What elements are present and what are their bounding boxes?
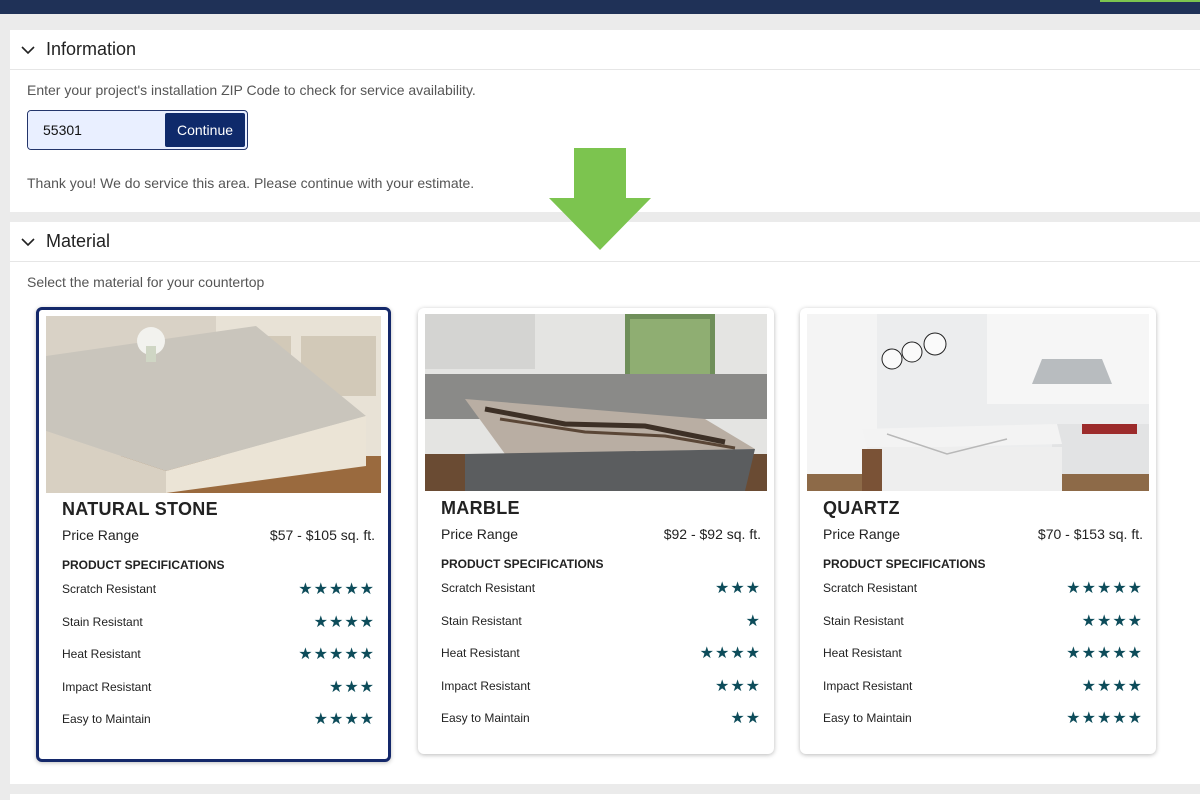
chevron-down-icon: [21, 45, 35, 54]
material-title: Material: [46, 231, 111, 251]
spec-row: Heat Resistant ★★★★: [441, 644, 761, 662]
star-rating: ★★★★: [313, 711, 375, 728]
spec-label: Impact Resistant: [823, 679, 913, 693]
spec-row: Heat Resistant ★★★★★: [62, 645, 375, 663]
star-rating: ★★★★: [1081, 613, 1143, 630]
spec-label: Scratch Resistant: [62, 582, 157, 596]
top-bar: [0, 0, 1200, 14]
star-rating: ★★★★★: [298, 581, 375, 598]
star-rating: ★★★★: [699, 645, 761, 662]
price-row: Price Range $57 - $105 sq. ft.: [62, 527, 375, 543]
spec-row: Stain Resistant ★★★★: [62, 613, 375, 631]
star-rating: ★★★★: [313, 614, 375, 631]
specs-heading: PRODUCT SPECIFICATIONS: [823, 557, 986, 571]
zip-input[interactable]: [28, 111, 163, 149]
quartz-image: [807, 314, 1149, 491]
spec-label: Scratch Resistant: [441, 581, 536, 595]
spec-row: Stain Resistant ★: [441, 612, 761, 630]
spec-row: Stain Resistant ★★★★: [823, 612, 1143, 630]
spec-label: Heat Resistant: [823, 646, 902, 660]
spec-row: Easy to Maintain ★★★★: [62, 710, 375, 728]
material-prompt: Select the material for your countertop: [27, 274, 265, 290]
price-row: Price Range $70 - $153 sq. ft.: [823, 526, 1143, 542]
price-value: $70 - $153 sq. ft.: [1037, 526, 1143, 542]
specs-heading: PRODUCT SPECIFICATIONS: [62, 558, 225, 572]
marble-image: [425, 314, 767, 491]
star-rating: ★★★: [714, 678, 761, 695]
zip-form: Continue: [27, 110, 248, 150]
card-title: QUARTZ: [823, 498, 900, 518]
spec-row: Impact Resistant ★★★: [62, 678, 375, 696]
spec-row: Easy to Maintain ★★: [441, 709, 761, 727]
star-rating: ★★★★★: [1066, 580, 1143, 597]
spec-label: Heat Resistant: [62, 647, 141, 661]
service-confirmation: Thank you! We do service this area. Plea…: [27, 175, 475, 191]
material-card-natural-stone[interactable]: NATURAL STONE Price Range $57 - $105 sq.…: [36, 307, 391, 762]
star-rating: ★★★★★: [298, 646, 375, 663]
material-card-marble[interactable]: MARBLE Price Range $92 - $92 sq. ft. PRO…: [418, 308, 774, 754]
spec-row: Heat Resistant ★★★★★: [823, 644, 1143, 662]
card-title: NATURAL STONE: [62, 499, 218, 519]
price-value: $57 - $105 sq. ft.: [269, 527, 375, 543]
price-row: Price Range $92 - $92 sq. ft.: [441, 526, 761, 542]
spec-label: Impact Resistant: [441, 679, 531, 693]
star-rating: ★★★★★: [1066, 710, 1143, 727]
spec-row: Impact Resistant ★★★★: [823, 677, 1143, 695]
information-title: Information: [46, 39, 137, 59]
price-label: Price Range: [823, 526, 901, 542]
material-section: Material Select the material for your co…: [10, 222, 1200, 784]
spec-row: Scratch Resistant ★★★★★: [823, 579, 1143, 597]
star-rating: ★★★: [714, 580, 761, 597]
star-rating: ★: [745, 613, 761, 630]
card-title: MARBLE: [441, 498, 520, 518]
arrow-down-icon: [549, 148, 651, 250]
spec-row: Scratch Resistant ★★★★★: [62, 580, 375, 598]
price-label: Price Range: [62, 527, 140, 543]
top-bar-accent: [1100, 0, 1200, 2]
chevron-down-icon: [21, 237, 35, 246]
star-rating: ★★: [730, 710, 761, 727]
natural-stone-image: [46, 316, 381, 493]
star-rating: ★★★★★: [1066, 645, 1143, 662]
price-label: Price Range: [441, 526, 519, 542]
spec-label: Impact Resistant: [62, 680, 152, 694]
zip-prompt: Enter your project's installation ZIP Co…: [27, 82, 476, 98]
spec-label: Stain Resistant: [62, 615, 143, 629]
spec-label: Stain Resistant: [823, 614, 904, 628]
spec-label: Easy to Maintain: [823, 711, 912, 725]
price-value: $92 - $92 sq. ft.: [663, 526, 761, 542]
spec-label: Heat Resistant: [441, 646, 520, 660]
star-rating: ★★★★: [1081, 678, 1143, 695]
spec-label: Easy to Maintain: [62, 712, 151, 726]
spec-row: Impact Resistant ★★★: [441, 677, 761, 695]
next-section: [10, 794, 1200, 800]
spec-label: Easy to Maintain: [441, 711, 530, 725]
spec-row: Scratch Resistant ★★★: [441, 579, 761, 597]
spec-row: Easy to Maintain ★★★★★: [823, 709, 1143, 727]
continue-button[interactable]: Continue: [165, 113, 245, 147]
spec-label: Stain Resistant: [441, 614, 522, 628]
information-header[interactable]: Information: [10, 30, 1200, 70]
star-rating: ★★★: [328, 679, 375, 696]
specs-heading: PRODUCT SPECIFICATIONS: [441, 557, 604, 571]
spec-label: Scratch Resistant: [823, 581, 918, 595]
material-card-quartz[interactable]: QUARTZ Price Range $70 - $153 sq. ft. PR…: [800, 308, 1156, 754]
